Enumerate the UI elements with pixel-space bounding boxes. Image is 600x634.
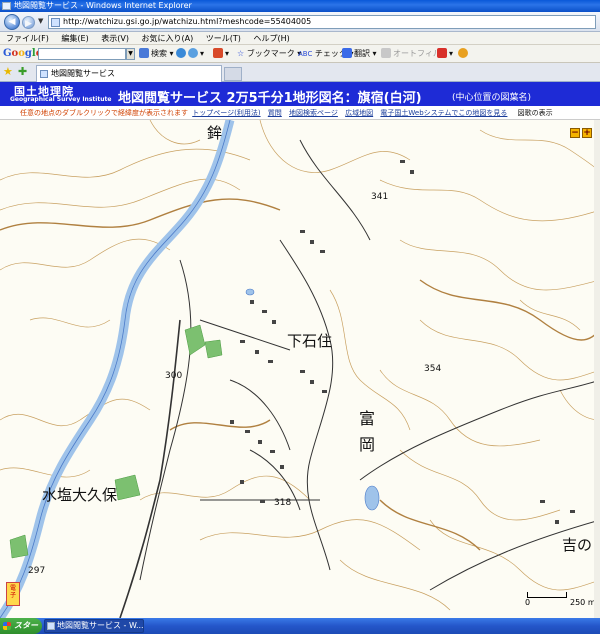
send-icon xyxy=(437,48,447,58)
popup-blocker-icon xyxy=(213,48,223,58)
settings-button[interactable] xyxy=(458,48,470,60)
gsi-header: 国土地理院 Geographical Survey Institute 地図閲覧… xyxy=(0,82,600,106)
taskbar-item-ie[interactable]: 地図閲覧サービス - W... xyxy=(44,619,144,633)
popup-blocker-button[interactable]: ▾ xyxy=(213,48,229,60)
taskbar: スタート 地図閲覧サービス - W... xyxy=(0,618,600,634)
translate-icon xyxy=(342,48,352,58)
topographic-map[interactable]: 鉾 下石住 富岡 水塩大久保 吉の 341 300 354 318 297 − … xyxy=(0,120,600,618)
scale-zero-label: 0 xyxy=(525,598,531,607)
menu-tools[interactable]: ツール(T) xyxy=(202,32,245,45)
main-road xyxy=(119,319,181,618)
back-button[interactable]: ◀ xyxy=(4,14,20,30)
address-input[interactable]: http://watchizu.gsi.go.jp/watchizu.html?… xyxy=(48,15,596,29)
google-g-icon xyxy=(139,48,149,58)
address-url: http://watchizu.gsi.go.jp/watchizu.html?… xyxy=(63,17,312,26)
map-label-mizushio: 水塩大久保 xyxy=(42,486,118,504)
star-icon: ☆ xyxy=(237,49,245,58)
add-favorites-icon[interactable]: ✚ xyxy=(18,66,27,78)
pond xyxy=(364,485,380,511)
buildings xyxy=(230,160,575,524)
elevation-341: 341 xyxy=(371,192,389,202)
address-bar: ◀ ▶ ▼ http://watchizu.gsi.go.jp/watchizu… xyxy=(0,12,600,32)
ie-icon xyxy=(47,622,55,630)
menu-favorites[interactable]: お気に入り(A) xyxy=(138,32,198,45)
page-title: 地図閲覧サービス 2万5千分1地形図名：旗宿(白河) xyxy=(118,91,422,106)
gsi-logo-en: Geographical Survey Institute xyxy=(10,96,112,103)
favorites-star-icon[interactable]: ★ xyxy=(3,66,13,78)
link-bar: 任意の地点のダブルクリックで経緯度が表示されます トップページ(利用法) 質問 … xyxy=(0,106,600,120)
scale-bar xyxy=(527,592,567,598)
google-nav-buttons[interactable]: ▾ xyxy=(176,48,204,60)
arrow-right-icon: ▶ xyxy=(25,19,32,29)
contour-lines xyxy=(0,120,600,611)
google-search-input[interactable] xyxy=(38,48,126,60)
elevation-354: 354 xyxy=(424,364,442,374)
roads xyxy=(139,139,600,591)
tab-gsi-map[interactable]: 地図閲覧サービス xyxy=(36,65,222,82)
link-question[interactable]: 質問 xyxy=(268,109,282,117)
start-button[interactable]: スタート xyxy=(0,618,42,634)
go-icon xyxy=(188,48,198,58)
send-button[interactable]: ▾ xyxy=(437,48,453,60)
window-title-bar: 地図閲覧サービス - Windows Internet Explorer xyxy=(0,0,600,12)
page-icon xyxy=(51,18,60,27)
menu-help[interactable]: ヘルプ(H) xyxy=(249,32,293,45)
link-denshi-kokudo[interactable]: 電子国土Webシステムでこの地図を見る xyxy=(380,109,507,117)
google-toolbar: Google ▼ 検索 ▾ ▾ ▾ ☆ ブックマーク ▾ ABC チェック ▾ … xyxy=(0,45,600,63)
elevation-297: 297 xyxy=(28,566,46,576)
page-subtitle: (中心位置の図葉名) xyxy=(452,93,532,103)
zoom-out-button[interactable]: − xyxy=(570,128,580,138)
windows-flag-icon xyxy=(3,622,11,630)
elevation-318: 318 xyxy=(274,498,292,508)
link-wide-map[interactable]: 広域地図 xyxy=(345,109,373,117)
tab-title: 地図閲覧サービス xyxy=(51,69,115,78)
map-right-edge xyxy=(594,120,600,618)
translate-button[interactable]: 翻訳 ▾ xyxy=(342,48,377,60)
menu-edit[interactable]: 編集(E) xyxy=(57,32,92,45)
map-display-menu[interactable]: 図歌の表示 xyxy=(518,109,553,117)
refresh-icon xyxy=(176,48,186,58)
map-label-yoshino: 吉の xyxy=(562,536,593,554)
google-logo: Google xyxy=(3,48,42,59)
window-title: 地図閲覧サービス - Windows Internet Explorer xyxy=(14,1,192,10)
scale-value-label: 250 m xyxy=(570,598,596,607)
arrow-left-icon: ◀ xyxy=(8,17,16,27)
menu-view[interactable]: 表示(V) xyxy=(97,32,133,45)
map-label-shimoishizumi: 下石住 xyxy=(287,332,333,350)
forward-button[interactable]: ▶ xyxy=(22,16,35,29)
elevation-300: 300 xyxy=(165,371,183,381)
map-canvas xyxy=(0,120,600,618)
google-search-button[interactable]: 検索 ▾ xyxy=(139,48,174,60)
link-map-search[interactable]: 地図検索ページ xyxy=(289,109,338,117)
small-pond xyxy=(245,288,255,296)
history-dropdown-icon[interactable]: ▼ xyxy=(38,17,43,25)
double-click-hint: 任意の地点のダブルクリックで経緯度が表示されます xyxy=(20,109,188,117)
autofill-icon xyxy=(381,48,391,58)
map-label-hoko: 鉾 xyxy=(207,124,223,142)
google-search-dropdown[interactable]: ▼ xyxy=(126,48,135,60)
bookmark-button[interactable]: ☆ ブックマーク ▾ xyxy=(237,48,301,60)
denshi-kokudo-badge[interactable]: 電子 xyxy=(6,582,20,606)
page-icon xyxy=(40,70,48,78)
link-top-page[interactable]: トップページ(利用法) xyxy=(192,109,260,117)
abc-check-icon: ABC xyxy=(298,50,313,58)
map-label-tomioka: 富岡 xyxy=(358,409,375,454)
new-tab-button[interactable] xyxy=(224,67,242,81)
menu-bar: ファイル(F) 編集(E) 表示(V) お気に入り(A) ツール(T) ヘルプ(… xyxy=(0,32,600,45)
settings-icon xyxy=(458,48,468,58)
tab-bar: ★ ✚ 地図閲覧サービス xyxy=(0,63,600,82)
menu-file[interactable]: ファイル(F) xyxy=(2,32,53,45)
ie-icon xyxy=(2,2,11,10)
zoom-in-button[interactable]: + xyxy=(582,128,592,138)
